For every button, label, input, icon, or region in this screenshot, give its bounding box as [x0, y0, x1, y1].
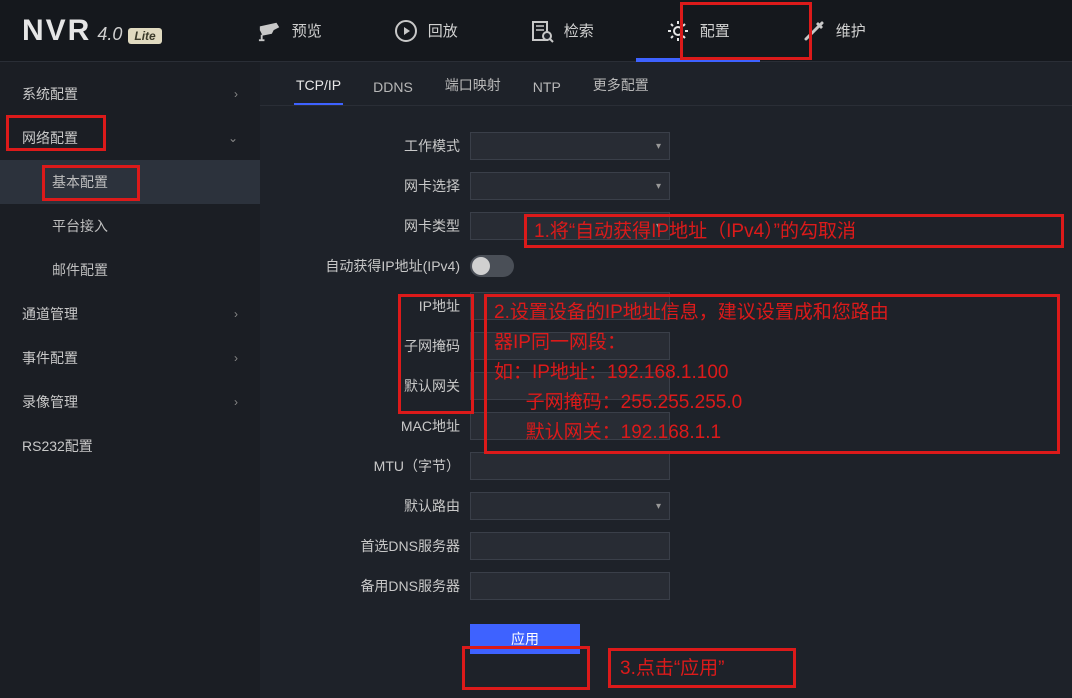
sidebar-item-net-platform[interactable]: 平台接入 — [0, 204, 260, 248]
camera-icon — [258, 19, 282, 43]
sidebar-item-label: 事件配置 — [22, 348, 78, 368]
label-ip: IP地址 — [260, 296, 470, 316]
chevron-right-icon: › — [234, 307, 238, 321]
label-auto-ipv4: 自动获得IP地址(IPv4) — [260, 256, 470, 276]
sidebar-item-label: 录像管理 — [22, 392, 78, 412]
nav-maintain[interactable]: 维护 — [766, 0, 902, 62]
logo-main: NVR — [22, 14, 91, 48]
select-default-route[interactable]: ▾ — [470, 492, 670, 520]
tab-ddns[interactable]: DDNS — [371, 79, 415, 105]
sidebar-item-net-basic[interactable]: 基本配置 — [0, 160, 260, 204]
nav-label: 检索 — [564, 20, 594, 41]
select-work-mode[interactable]: ▾ — [470, 132, 670, 160]
playback-icon — [394, 19, 418, 43]
form: 工作模式 ▾ 网卡选择 ▾ 网卡类型 ▾ 自动获得IP地址(IPv4) — [260, 106, 1072, 654]
label-dns1: 首选DNS服务器 — [260, 536, 470, 556]
input-mac[interactable] — [470, 412, 670, 440]
gear-icon — [666, 19, 690, 43]
sidebar-item-rs232[interactable]: RS232配置 — [0, 424, 260, 468]
select-nic[interactable]: ▾ — [470, 172, 670, 200]
sidebar-item-network[interactable]: 网络配置 ⌄ — [0, 116, 260, 160]
input-dns2[interactable] — [470, 572, 670, 600]
sidebar-item-label: 基本配置 — [52, 172, 108, 192]
wrench-icon — [802, 19, 826, 43]
nav-label: 维护 — [836, 20, 866, 41]
label-mask: 子网掩码 — [260, 336, 470, 356]
topnav: 预览 回放 检索 配置 维护 — [222, 0, 902, 62]
nav-label: 预览 — [292, 20, 322, 41]
apply-button[interactable]: 应用 — [470, 624, 580, 654]
chevron-down-icon: ▾ — [656, 501, 661, 512]
tab-more[interactable]: 更多配置 — [591, 75, 651, 105]
sidebar-item-channel[interactable]: 通道管理 › — [0, 292, 260, 336]
chevron-down-icon: ▾ — [656, 221, 661, 232]
sidebar-item-label: 邮件配置 — [52, 260, 108, 280]
toggle-auto-ipv4[interactable] — [470, 255, 514, 277]
nav-preview[interactable]: 预览 — [222, 0, 358, 62]
tab-portmap[interactable]: 端口映射 — [443, 75, 503, 105]
label-work-mode: 工作模式 — [260, 136, 470, 156]
input-mtu[interactable] — [470, 452, 670, 480]
input-dns1[interactable] — [470, 532, 670, 560]
chevron-down-icon: ⌄ — [228, 131, 238, 145]
label-mac: MAC地址 — [260, 416, 470, 436]
sidebar-item-record[interactable]: 录像管理 › — [0, 380, 260, 424]
input-mask[interactable] — [470, 332, 670, 360]
tab-ntp[interactable]: NTP — [531, 79, 563, 105]
chevron-down-icon: ▾ — [656, 141, 661, 152]
chevron-down-icon: ▾ — [656, 181, 661, 192]
select-nic-type[interactable]: ▾ — [470, 212, 670, 240]
chevron-right-icon: › — [234, 351, 238, 365]
nav-config[interactable]: 配置 — [630, 0, 766, 62]
chevron-right-icon: › — [234, 395, 238, 409]
nav-label: 配置 — [700, 20, 730, 41]
topbar: NVR 4.0 Lite 预览 回放 检索 配置 — [0, 0, 1072, 62]
tabs: TCP/IP DDNS 端口映射 NTP 更多配置 — [260, 62, 1072, 106]
label-dns2: 备用DNS服务器 — [260, 576, 470, 596]
search-doc-icon — [530, 19, 554, 43]
logo-tag: Lite — [128, 28, 161, 44]
label-nic-type: 网卡类型 — [260, 216, 470, 236]
sidebar: 系统配置 › 网络配置 ⌄ 基本配置 平台接入 邮件配置 通道管理 › 事件配置… — [0, 62, 260, 698]
tab-tcpip[interactable]: TCP/IP — [294, 77, 343, 105]
label-gateway: 默认网关 — [260, 376, 470, 396]
logo-version: 4.0 — [97, 24, 122, 45]
sidebar-item-label: 平台接入 — [52, 216, 108, 236]
label-nic-select: 网卡选择 — [260, 176, 470, 196]
nav-playback[interactable]: 回放 — [358, 0, 494, 62]
sidebar-item-label: 通道管理 — [22, 304, 78, 324]
main: 系统配置 › 网络配置 ⌄ 基本配置 平台接入 邮件配置 通道管理 › 事件配置… — [0, 62, 1072, 698]
sidebar-item-system[interactable]: 系统配置 › — [0, 72, 260, 116]
chevron-right-icon: › — [234, 87, 238, 101]
sidebar-item-label: 网络配置 — [22, 128, 78, 148]
nav-label: 回放 — [428, 20, 458, 41]
sidebar-item-label: 系统配置 — [22, 84, 78, 104]
nav-search[interactable]: 检索 — [494, 0, 630, 62]
input-gateway[interactable] — [470, 372, 670, 400]
logo: NVR 4.0 Lite — [22, 14, 162, 48]
content: TCP/IP DDNS 端口映射 NTP 更多配置 工作模式 ▾ 网卡选择 ▾ … — [260, 62, 1072, 698]
label-mtu: MTU（字节） — [260, 456, 470, 476]
sidebar-item-event[interactable]: 事件配置 › — [0, 336, 260, 380]
input-ip[interactable] — [470, 292, 670, 320]
sidebar-item-net-mail[interactable]: 邮件配置 — [0, 248, 260, 292]
sidebar-item-label: RS232配置 — [22, 436, 93, 456]
label-default-route: 默认路由 — [260, 496, 470, 516]
